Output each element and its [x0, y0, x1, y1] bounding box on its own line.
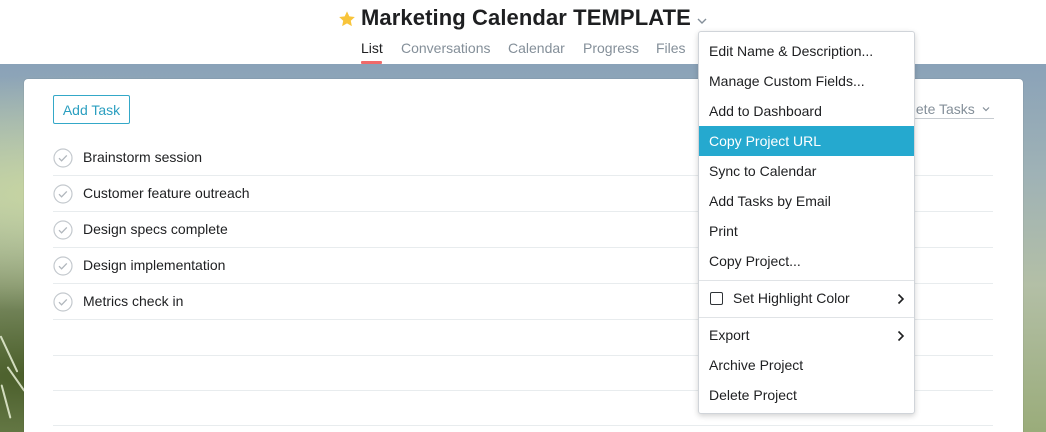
task-name[interactable]: Customer feature outreach	[83, 185, 250, 201]
menu-item-set-highlight-color[interactable]: Set Highlight Color	[699, 283, 914, 313]
check-circle-icon[interactable]	[53, 256, 73, 276]
menu-item-copy-project-url[interactable]: Copy Project URL	[699, 126, 914, 156]
menu-item-label: Print	[709, 223, 738, 239]
menu-item-label: Export	[709, 327, 750, 343]
menu-item-label: Sync to Calendar	[709, 163, 817, 179]
star-icon[interactable]	[338, 10, 356, 28]
tab-files[interactable]: Files	[656, 40, 686, 64]
menu-divider	[699, 317, 914, 318]
menu-item-add-to-dashboard[interactable]: Add to Dashboard	[699, 96, 914, 126]
tab-calendar[interactable]: Calendar	[508, 40, 565, 64]
menu-divider	[699, 280, 914, 281]
menu-item-label: Manage Custom Fields...	[709, 73, 865, 89]
filter-underline	[905, 118, 994, 119]
task-filter-dropdown[interactable]: plete Tasks	[905, 100, 991, 118]
chevron-down-icon[interactable]	[696, 15, 708, 27]
menu-item-manage-custom-fields[interactable]: Manage Custom Fields...	[699, 66, 914, 96]
check-circle-icon[interactable]	[53, 184, 73, 204]
page-title: Marketing Calendar TEMPLATE	[361, 5, 691, 30]
menu-item-label: Copy Project...	[709, 253, 801, 269]
check-circle-icon[interactable]	[53, 148, 73, 168]
task-name[interactable]: Design implementation	[83, 257, 225, 273]
menu-item-edit-name[interactable]: Edit Name & Description...	[699, 36, 914, 66]
menu-item-add-tasks-by-email[interactable]: Add Tasks by Email	[699, 186, 914, 216]
task-filter-label: plete Tasks	[905, 101, 975, 117]
task-name[interactable]: Brainstorm session	[83, 149, 202, 165]
menu-item-label: Add Tasks by Email	[709, 193, 831, 209]
project-actions-menu: Edit Name & Description... Manage Custom…	[698, 31, 915, 414]
menu-item-export[interactable]: Export	[699, 320, 914, 350]
menu-item-label: Delete Project	[709, 387, 797, 403]
menu-item-label: Copy Project URL	[709, 133, 822, 149]
menu-item-print[interactable]: Print	[699, 216, 914, 246]
chevron-right-icon	[897, 330, 905, 342]
menu-item-delete-project[interactable]: Delete Project	[699, 380, 914, 410]
task-name[interactable]: Design specs complete	[83, 221, 228, 237]
menu-item-copy-project[interactable]: Copy Project...	[699, 246, 914, 276]
task-name[interactable]: Metrics check in	[83, 293, 183, 309]
menu-item-sync-to-calendar[interactable]: Sync to Calendar	[699, 156, 914, 186]
menu-item-label: Add to Dashboard	[709, 103, 822, 119]
menu-item-label: Set Highlight Color	[733, 290, 850, 306]
menu-item-archive-project[interactable]: Archive Project	[699, 350, 914, 380]
highlight-color-checkbox[interactable]	[710, 292, 723, 305]
grass-decoration	[0, 384, 12, 419]
chevron-right-icon	[897, 293, 905, 305]
chevron-down-icon	[982, 107, 990, 112]
check-circle-icon[interactable]	[53, 292, 73, 312]
menu-item-label: Archive Project	[709, 357, 804, 373]
tab-progress[interactable]: Progress	[583, 40, 639, 64]
tab-conversations[interactable]: Conversations	[401, 40, 491, 64]
menu-item-label: Edit Name & Description...	[709, 43, 874, 59]
project-title-row: Marketing Calendar TEMPLATE	[338, 3, 708, 33]
add-task-button[interactable]: Add Task	[53, 95, 130, 124]
check-circle-icon[interactable]	[53, 220, 73, 240]
